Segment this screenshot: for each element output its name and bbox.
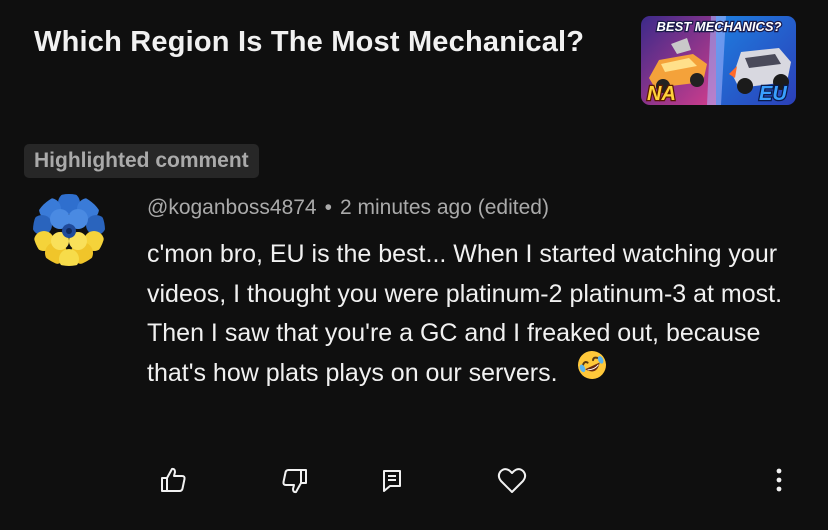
- rolling-laughing-emoji-icon: [576, 349, 608, 394]
- meta-separator: •: [324, 196, 332, 219]
- comment-text: c'mon bro, EU is the best... When I star…: [147, 240, 783, 387]
- thumbnail-top-text: BEST MECHANICS?: [657, 19, 782, 34]
- comment-timestamp: 2 minutes ago (edited): [339, 196, 549, 219]
- video-thumbnail[interactable]: BEST MECHANICS? NA EU: [641, 16, 796, 105]
- reply-button[interactable]: [375, 463, 409, 497]
- like-button[interactable]: [156, 463, 190, 497]
- reply-icon: [383, 470, 401, 492]
- thumbs-up-icon: [161, 467, 186, 492]
- dislike-button[interactable]: [278, 463, 312, 497]
- comment-meta: @koganboss4874 • 2 minutes ago (edited): [147, 194, 549, 222]
- avatar-flower-icon: [33, 194, 105, 266]
- comment-author[interactable]: @koganboss4874: [147, 196, 317, 219]
- avatar[interactable]: [32, 193, 106, 267]
- thumbnail-eu-label: EU: [759, 83, 787, 105]
- comment-body: c'mon bro, EU is the best... When I star…: [147, 235, 815, 393]
- heart-button[interactable]: [495, 463, 529, 497]
- thumbs-down-icon: [282, 469, 307, 494]
- heart-icon: [497, 468, 527, 493]
- thumbnail-na-label: NA: [647, 83, 676, 105]
- more-vertical-icon: [776, 468, 782, 492]
- more-actions-button[interactable]: [762, 463, 796, 497]
- video-title[interactable]: Which Region Is The Most Mechanical?: [34, 24, 594, 61]
- highlighted-comment-badge: Highlighted comment: [24, 144, 259, 178]
- comment-page: Which Region Is The Most Mechanical? BES…: [0, 0, 828, 530]
